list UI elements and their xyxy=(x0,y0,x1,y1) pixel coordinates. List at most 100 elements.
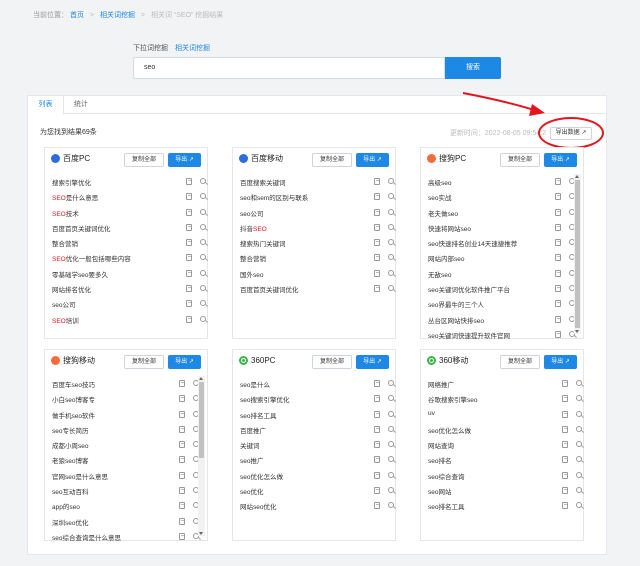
keyword-text[interactable]: 无敌seo xyxy=(428,269,451,279)
copy-icon[interactable] xyxy=(374,456,380,464)
copy-icon[interactable] xyxy=(562,425,568,433)
search-icon[interactable] xyxy=(200,269,206,276)
search-icon[interactable] xyxy=(388,269,394,276)
keyword-text[interactable]: seo排名工具 xyxy=(240,410,276,420)
search-icon[interactable] xyxy=(576,395,582,402)
keyword-text[interactable]: seo优化 xyxy=(240,486,263,496)
copy-icon[interactable] xyxy=(555,208,561,216)
copy-icon[interactable] xyxy=(186,223,192,231)
search-icon[interactable] xyxy=(576,441,582,448)
keyword-text[interactable]: app的seo xyxy=(52,501,80,511)
search-icon[interactable] xyxy=(388,239,394,246)
keyword-text[interactable]: seo和sem的区别与联系 xyxy=(240,192,308,202)
search-icon[interactable] xyxy=(576,380,582,386)
copy-icon[interactable] xyxy=(186,315,192,323)
keyword-text[interactable]: seo是什么 xyxy=(240,379,270,389)
scroll-down-icon[interactable] xyxy=(199,532,203,535)
keyword-text[interactable]: seo公司 xyxy=(240,208,263,218)
keyword-text[interactable]: seo综合查询 xyxy=(428,471,464,481)
keyword-text[interactable]: 国外seo xyxy=(240,269,263,279)
copy-icon[interactable] xyxy=(179,425,185,433)
copy-icon[interactable] xyxy=(179,517,185,525)
search-icon[interactable] xyxy=(200,315,206,322)
keyword-text[interactable]: seo搜索引擎优化 xyxy=(240,394,289,404)
copy-icon[interactable] xyxy=(186,269,192,277)
scroll-thumb[interactable] xyxy=(199,382,204,458)
copy-icon[interactable] xyxy=(555,315,561,323)
search-icon[interactable] xyxy=(576,456,582,463)
copy-all-button[interactable]: 复制全部 xyxy=(124,355,164,369)
export-button[interactable]: 导出 ↗ xyxy=(168,153,201,167)
copy-icon[interactable] xyxy=(374,285,380,293)
keyword-text[interactable]: uv xyxy=(428,410,435,417)
copy-icon[interactable] xyxy=(374,380,380,387)
keyword-text[interactable]: SEO技术 xyxy=(52,208,79,218)
copy-icon[interactable] xyxy=(374,425,380,433)
copy-icon[interactable] xyxy=(179,532,185,540)
search-icon[interactable] xyxy=(200,208,206,215)
search-icon[interactable] xyxy=(388,441,394,448)
copy-icon[interactable] xyxy=(562,456,568,464)
keyword-text[interactable]: 整合营销 xyxy=(52,238,78,248)
copy-icon[interactable] xyxy=(562,395,568,403)
export-button[interactable]: 导出 ↗ xyxy=(544,153,577,167)
copy-icon[interactable] xyxy=(562,471,568,479)
copy-all-button[interactable]: 复制全部 xyxy=(312,153,352,167)
search-icon[interactable] xyxy=(200,193,206,200)
keyword-text[interactable]: seo综合查询是什么意思 xyxy=(52,532,121,542)
search-icon[interactable] xyxy=(388,285,394,292)
copy-icon[interactable] xyxy=(374,239,380,247)
keyword-text[interactable]: 深圳seo优化 xyxy=(52,517,88,527)
keyword-text[interactable]: 做手机seo软件 xyxy=(52,410,95,420)
search-button[interactable]: 搜索 xyxy=(445,57,501,79)
copy-icon[interactable] xyxy=(186,254,192,262)
keyword-text[interactable]: 百度首页关键词优化 xyxy=(52,223,111,233)
search-icon[interactable] xyxy=(388,208,394,215)
copy-icon[interactable] xyxy=(374,410,380,418)
keyword-text[interactable]: seo排名工具 xyxy=(428,501,464,511)
keyword-text[interactable]: 高级seo xyxy=(428,177,451,187)
keyword-text[interactable]: seo界最牛的三个人 xyxy=(428,299,484,309)
copy-icon[interactable] xyxy=(374,208,380,216)
copy-icon[interactable] xyxy=(555,254,561,262)
copy-icon[interactable] xyxy=(179,456,185,464)
search-icon[interactable] xyxy=(388,502,394,509)
keyword-text[interactable]: seo快速排名创业14天速捷推荐 xyxy=(428,238,517,248)
export-button[interactable]: 导出 ↗ xyxy=(168,355,201,369)
copy-icon[interactable] xyxy=(555,269,561,277)
copy-icon[interactable] xyxy=(186,208,192,216)
keyword-text[interactable]: 百度推广 xyxy=(240,425,266,435)
keyword-text[interactable]: 网站查询 xyxy=(428,440,454,450)
search-icon[interactable] xyxy=(576,410,582,417)
keyword-text[interactable]: 丛台区网站快排seo xyxy=(428,315,484,325)
copy-icon[interactable] xyxy=(179,441,185,449)
copy-icon[interactable] xyxy=(562,502,568,510)
search-icon[interactable] xyxy=(200,300,206,307)
search-icon[interactable] xyxy=(200,223,206,230)
copy-icon[interactable] xyxy=(374,269,380,277)
copy-icon[interactable] xyxy=(186,285,192,293)
keyword-text[interactable]: seo优化怎么做 xyxy=(240,471,283,481)
scroll-thumb[interactable] xyxy=(575,180,580,328)
search-icon[interactable] xyxy=(388,223,394,230)
search-icon[interactable] xyxy=(388,471,394,478)
search-icon[interactable] xyxy=(576,471,582,478)
copy-icon[interactable] xyxy=(179,395,185,403)
keyword-text[interactable]: seo网站 xyxy=(428,486,451,496)
copy-icon[interactable] xyxy=(562,380,568,387)
search-input[interactable]: seo xyxy=(133,57,445,79)
copy-icon[interactable] xyxy=(186,239,192,247)
keyword-text[interactable]: 网络推广 xyxy=(428,379,454,389)
keyword-text[interactable]: 百度搜索关键词 xyxy=(240,177,286,187)
copy-all-button[interactable]: 复制全部 xyxy=(500,153,540,167)
search-icon[interactable] xyxy=(388,425,394,432)
copy-icon[interactable] xyxy=(555,178,561,185)
keyword-text[interactable]: seo优化怎么做 xyxy=(428,425,471,435)
search-icon[interactable] xyxy=(200,178,206,184)
search-icon[interactable] xyxy=(576,502,582,509)
copy-all-button[interactable]: 复制全部 xyxy=(312,355,352,369)
search-icon[interactable] xyxy=(388,410,394,417)
keyword-text[interactable]: 百度车seo技巧 xyxy=(52,379,95,389)
copy-icon[interactable] xyxy=(179,471,185,479)
keyword-text[interactable]: seo推广 xyxy=(240,455,263,465)
